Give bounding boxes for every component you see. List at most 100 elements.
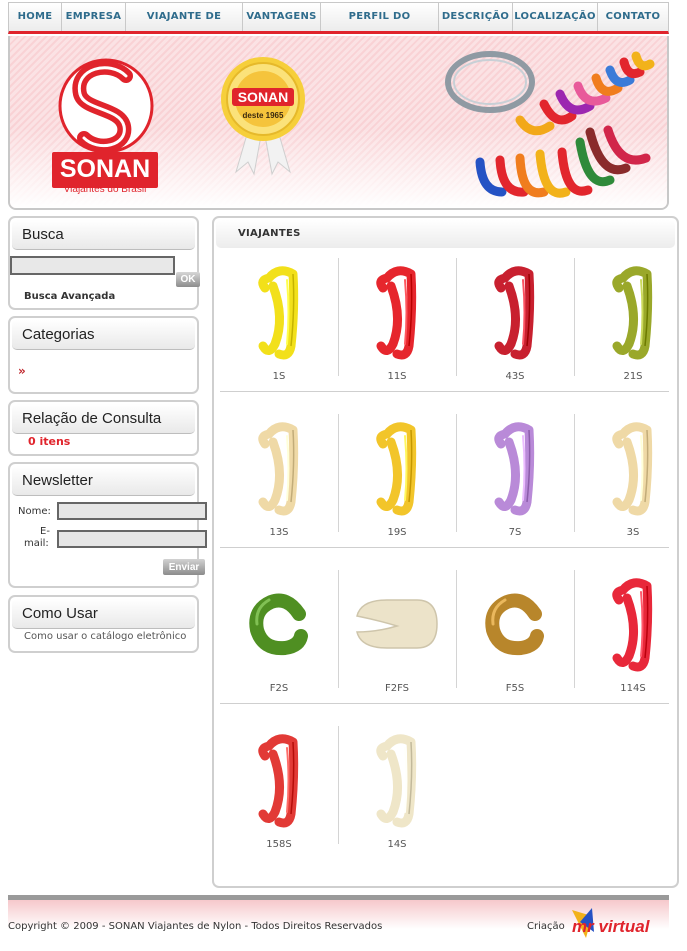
product-image[interactable] [347, 414, 447, 524]
mr-virtual-text: mr virtual [572, 917, 651, 936]
search-ok-button[interactable]: OK [176, 272, 200, 287]
sonan-logo[interactable]: SONAN Viajantes do Brasil [50, 54, 162, 194]
consultation-list-title: Relação de Consulta [12, 404, 195, 434]
hook-highlight [286, 747, 290, 813]
newsletter-name-label: Nome: [18, 506, 51, 517]
product-code: 3S [626, 527, 640, 538]
hook-highlight [404, 435, 408, 501]
category-arrow-icon[interactable]: » [18, 364, 26, 378]
product-code: 43S [505, 371, 525, 382]
product-code: F2S [269, 683, 289, 694]
how-to-use-link[interactable]: Como usar o catálogo eletrônico [24, 631, 186, 642]
product-item[interactable]: 21S [574, 252, 687, 392]
product-image[interactable] [229, 258, 329, 368]
hook-highlight [640, 279, 644, 345]
advanced-search-link[interactable]: Busca Avançada [24, 291, 115, 302]
copyright-text: Copyright © 2009 - SONAN Viajantes de Ny… [8, 921, 383, 932]
product-item[interactable]: 114S [574, 564, 687, 704]
consultation-item-count[interactable]: 0 itens [28, 435, 70, 448]
product-code: 14S [387, 839, 407, 850]
product-code: 19S [387, 527, 407, 538]
product-code: 7S [508, 527, 522, 538]
search-box: Busca OK Busca Avançada [8, 216, 200, 310]
product-image[interactable] [347, 726, 447, 836]
product-image[interactable] [229, 570, 329, 680]
product-code: 11S [387, 371, 407, 382]
product-row: 1S 11S 43S 21S [220, 252, 669, 392]
nav-viajante-de-nylon[interactable]: VIAJANTE DE NYLON [126, 3, 243, 50]
creation-label: Criação [527, 921, 565, 932]
product-item[interactable]: 14S [338, 720, 456, 860]
mr-virtual-logo[interactable]: mr virtual [566, 902, 670, 946]
newsletter-email-field[interactable] [57, 530, 207, 548]
product-code: 1S [272, 371, 286, 382]
product-code: F5S [505, 683, 525, 694]
how-to-use-title: Como Usar [12, 599, 195, 629]
newsletter-email-label-2: mail: [24, 538, 49, 549]
hook-highlight [522, 279, 526, 345]
colored-hooks-illustration [445, 51, 655, 198]
product-item[interactable]: 43S [456, 252, 574, 392]
consultation-list-box: Relação de Consulta 0 itens [8, 400, 199, 456]
hook-highlight [640, 435, 644, 501]
search-box-title: Busca [12, 220, 195, 250]
seal-brand: SONAN [238, 89, 289, 105]
categories-box-title: Categorias [12, 320, 195, 350]
how-to-use-box: Como Usar Como usar o catálogo eletrônic… [8, 595, 199, 653]
product-item[interactable]: 11S [338, 252, 456, 392]
nav-empresa[interactable]: EMPRESA [62, 3, 126, 31]
search-input[interactable] [10, 256, 175, 275]
product-image[interactable] [229, 726, 329, 836]
nav-vantagens[interactable]: VANTAGENS [243, 3, 321, 31]
hook-highlight [640, 591, 644, 657]
nav-perfil-do-viajante[interactable]: PERFIL DO VIAJANTE [321, 3, 439, 50]
hook-highlight [404, 747, 408, 813]
flat-clip-shape [356, 599, 438, 649]
product-row: 158S 14S [220, 720, 669, 860]
product-code: 114S [620, 683, 646, 694]
product-image[interactable] [465, 570, 565, 680]
product-item[interactable]: 13S [220, 408, 338, 548]
product-code: F2FS [384, 683, 410, 694]
product-item[interactable]: F2FS [338, 564, 456, 704]
product-row: 13S 19S 7S 3S [220, 408, 669, 548]
product-code: 21S [623, 371, 643, 382]
product-image[interactable] [465, 414, 565, 524]
product-code: 158S [266, 839, 292, 850]
product-code: 13S [269, 527, 289, 538]
product-image[interactable] [583, 258, 683, 368]
hook-highlight [404, 279, 408, 345]
product-image[interactable] [583, 570, 683, 680]
product-item[interactable]: F2S [220, 564, 338, 704]
logo-tagline: Viajantes do Brasil [64, 184, 147, 194]
product-image[interactable] [583, 414, 683, 524]
product-image[interactable] [465, 258, 565, 368]
nav-localizacao[interactable]: LOCALIZAÇÃO [513, 3, 598, 31]
logo-brand: SONAN [60, 155, 150, 183]
newsletter-email-label-1: E- [40, 526, 50, 537]
categories-box: Categorias » [8, 316, 199, 394]
newsletter-send-button[interactable]: Enviar [163, 559, 205, 575]
product-item[interactable]: 19S [338, 408, 456, 548]
hook-highlight [286, 279, 290, 345]
product-item[interactable]: 3S [574, 408, 687, 548]
product-item[interactable]: 158S [220, 720, 338, 860]
since-1965-seal: SONAN deste 1965 [221, 57, 305, 176]
newsletter-title: Newsletter [12, 466, 195, 496]
product-item[interactable]: 7S [456, 408, 574, 548]
nav-contato[interactable]: CONTATO [598, 3, 668, 31]
newsletter-name-field[interactable] [57, 502, 207, 520]
product-image[interactable] [229, 414, 329, 524]
product-image[interactable] [347, 258, 447, 368]
newsletter-box: Newsletter Nome: E- mail: Enviar [8, 462, 207, 588]
products-panel-title: VIAJANTES [216, 220, 675, 248]
product-item[interactable]: F5S [456, 564, 574, 704]
nav-descricao[interactable]: DESCRIÇÃO [439, 3, 513, 31]
seal-since: deste 1965 [243, 111, 284, 120]
product-item[interactable]: 1S [220, 252, 338, 392]
c-ring-shape [249, 593, 308, 656]
product-row: F2S F2FS F5S 114S [220, 564, 669, 704]
products-panel: VIAJANTES 1S 11S 43S 21S 13S 19S 7S 3S F2S F2FS F5… [212, 216, 679, 888]
product-image[interactable] [347, 570, 447, 680]
nav-home[interactable]: HOME [9, 3, 62, 31]
